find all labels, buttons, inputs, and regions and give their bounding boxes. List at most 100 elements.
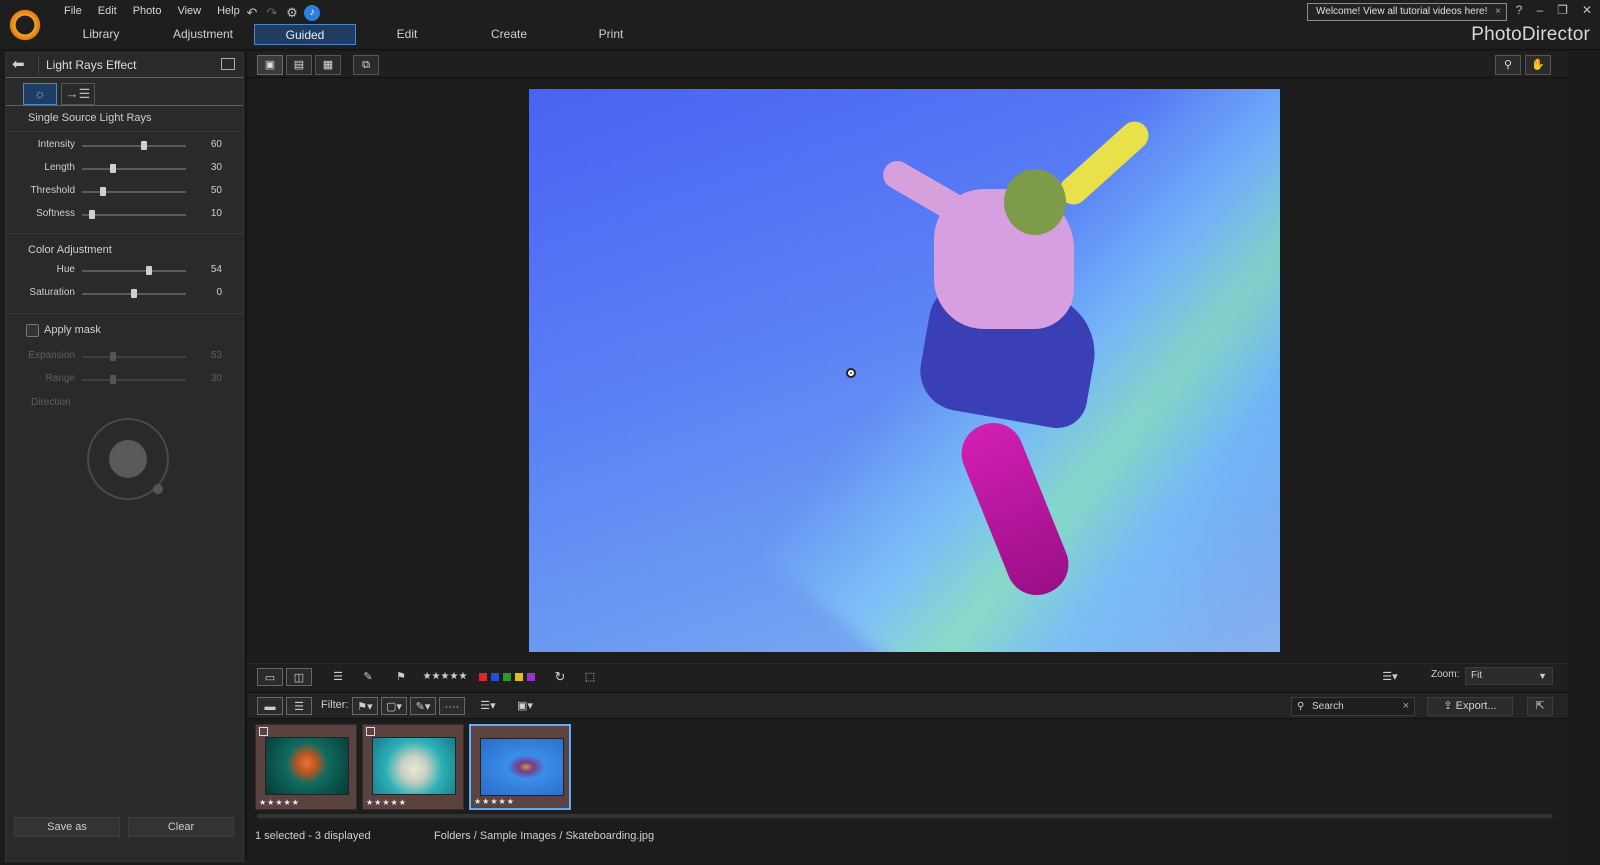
selection-status: 1 selected - 3 displayed xyxy=(255,830,371,842)
search-input[interactable]: ⚲ Search × xyxy=(1291,697,1415,716)
split-view-icon[interactable]: ◫ xyxy=(286,668,312,686)
filter-flag-icon[interactable]: ⚑▾ xyxy=(352,697,378,715)
slider-thumb[interactable] xyxy=(110,164,117,173)
slider-track[interactable] xyxy=(82,266,186,275)
restore-icon[interactable]: ❐ xyxy=(1557,3,1568,17)
slider-length[interactable]: Length 30 xyxy=(6,161,243,177)
clear-search-icon[interactable]: × xyxy=(1403,698,1409,715)
thumbnail-card[interactable]: ★★★★★ xyxy=(255,724,357,810)
slider-thumb[interactable] xyxy=(131,289,137,298)
photo-canvas[interactable] xyxy=(529,89,1280,652)
light-source-handle[interactable] xyxy=(846,368,856,378)
notification-bell-icon[interactable]: ♪ xyxy=(304,5,320,21)
color-label-yellow[interactable] xyxy=(515,673,523,681)
slider-saturation[interactable]: Saturation 0 xyxy=(6,286,243,302)
menu-help[interactable]: Help xyxy=(209,5,248,17)
filter-color-icon[interactable]: ▢▾ xyxy=(381,697,407,715)
close-icon[interactable]: × xyxy=(1495,4,1501,20)
brush-edit-icon[interactable]: ✎ xyxy=(357,668,379,686)
slider-softness[interactable]: Softness 10 xyxy=(6,207,243,223)
slider-thumb[interactable] xyxy=(145,266,152,275)
menu-edit[interactable]: Edit xyxy=(90,5,125,17)
color-label-red[interactable] xyxy=(479,673,487,681)
tab-light-rays-settings[interactable]: ☼ xyxy=(23,83,57,105)
photo-view-icon[interactable]: ▤ xyxy=(286,55,312,75)
thumbnail-card[interactable]: ★★★★★ xyxy=(362,724,464,810)
filmstrip: ★★★★★ ★★★★★ ★★★★★ xyxy=(247,722,1569,822)
help-icon[interactable]: ? xyxy=(1516,3,1523,17)
filmstrip-view-icon[interactable]: ▬ xyxy=(257,697,283,715)
slider-track[interactable] xyxy=(82,210,186,219)
rating-stars[interactable]: ★★★★★ xyxy=(419,668,471,686)
window-controls: ? – ❐ ✕ xyxy=(1516,3,1592,17)
color-label-blue[interactable] xyxy=(491,673,499,681)
hand-pan-icon[interactable]: ✋ xyxy=(1525,55,1551,75)
single-photo-view-icon[interactable]: ▭ xyxy=(257,668,283,686)
slider-hue[interactable]: Hue 54 xyxy=(6,263,243,279)
tab-print[interactable]: Print xyxy=(560,24,662,45)
tab-edit[interactable]: Edit xyxy=(356,24,458,45)
slider-track[interactable] xyxy=(82,187,186,196)
export-button[interactable]: ⇪ Export... xyxy=(1427,697,1513,716)
menu-view[interactable]: View xyxy=(169,5,209,17)
clear-button[interactable]: Clear xyxy=(128,817,234,837)
slider-thumb[interactable] xyxy=(89,210,96,219)
sort-icon[interactable]: ☰▾ xyxy=(475,697,501,715)
flag-icon[interactable]: ⚑ xyxy=(390,668,412,686)
tab-guided[interactable]: Guided xyxy=(254,24,356,45)
tab-library[interactable]: Library xyxy=(50,24,152,45)
minimize-icon[interactable]: – xyxy=(1536,3,1543,17)
welcome-tutorial-banner[interactable]: Welcome! View all tutorial videos here! … xyxy=(1307,3,1507,21)
popout-panel-icon[interactable] xyxy=(221,58,235,70)
filmstrip-scrollbar[interactable] xyxy=(257,814,1553,818)
slider-label: Threshold xyxy=(30,185,75,196)
app-logo-icon[interactable] xyxy=(8,8,42,42)
stack-icon[interactable]: ▣▾ xyxy=(513,697,537,715)
save-as-button[interactable]: Save as xyxy=(14,817,120,837)
slider-thumb xyxy=(110,375,117,384)
thumbnail-flag-icon[interactable] xyxy=(259,727,268,736)
menu-file[interactable]: File xyxy=(56,5,90,17)
apply-mask-checkbox[interactable] xyxy=(26,324,39,337)
rotate-list-icon[interactable]: ☰ xyxy=(327,668,349,686)
menu-photo[interactable]: Photo xyxy=(125,5,170,17)
color-label-purple[interactable] xyxy=(527,673,535,681)
slider-label: Intensity xyxy=(37,139,75,150)
dial-handle xyxy=(153,484,163,494)
mode-tabs: Library Adjustment Guided Edit Create Pr… xyxy=(50,24,662,45)
slider-thumb[interactable] xyxy=(99,187,106,196)
color-label-green[interactable] xyxy=(503,673,511,681)
tab-presets[interactable]: →☰ xyxy=(61,83,95,105)
filter-more-icon[interactable]: ···· xyxy=(439,697,465,715)
slider-track[interactable] xyxy=(82,164,186,173)
single-view-icon[interactable]: ▣ xyxy=(257,55,283,75)
slider-track[interactable] xyxy=(82,289,186,298)
close-window-icon[interactable]: ✕ xyxy=(1582,3,1592,17)
sort-options-icon[interactable]: ☰▾ xyxy=(1377,668,1403,686)
crop-frame-icon[interactable]: ⬚ xyxy=(579,668,601,686)
rotate-icon[interactable]: ↻ xyxy=(549,668,571,686)
thumbnail-flag-icon[interactable] xyxy=(366,727,375,736)
magnifier-icon[interactable]: ⚲ xyxy=(1495,55,1521,75)
slider-track[interactable] xyxy=(82,141,186,150)
section-title-light-rays: Single Source Light Rays xyxy=(28,112,152,124)
thumbnail-image xyxy=(265,737,349,795)
back-arrow-icon[interactable]: ⬅ xyxy=(12,57,32,73)
tab-create[interactable]: Create xyxy=(458,24,560,45)
list-view-icon[interactable]: ☰ xyxy=(286,697,312,715)
slider-threshold[interactable]: Threshold 50 xyxy=(6,184,243,200)
skater-head xyxy=(1004,169,1066,235)
zoom-select[interactable]: Fit ▼ xyxy=(1465,667,1553,685)
redo-icon[interactable]: ↷ xyxy=(263,4,281,22)
slider-intensity[interactable]: Intensity 60 xyxy=(6,138,243,154)
thumbnail-card-selected[interactable]: ★★★★★ xyxy=(469,724,571,810)
compare-view-icon[interactable]: ⧉ xyxy=(353,55,379,75)
grid-view-icon[interactable]: ▦ xyxy=(315,55,341,75)
slider-thumb[interactable] xyxy=(141,141,148,150)
settings-gear-icon[interactable]: ⚙ xyxy=(283,4,301,22)
popout-window-icon[interactable]: ⇱ xyxy=(1527,697,1553,716)
filter-edit-icon[interactable]: ✎▾ xyxy=(410,697,436,715)
undo-icon[interactable]: ↶ xyxy=(243,4,261,22)
tab-adjustment[interactable]: Adjustment xyxy=(152,24,254,45)
export-label: Export... xyxy=(1455,700,1497,712)
